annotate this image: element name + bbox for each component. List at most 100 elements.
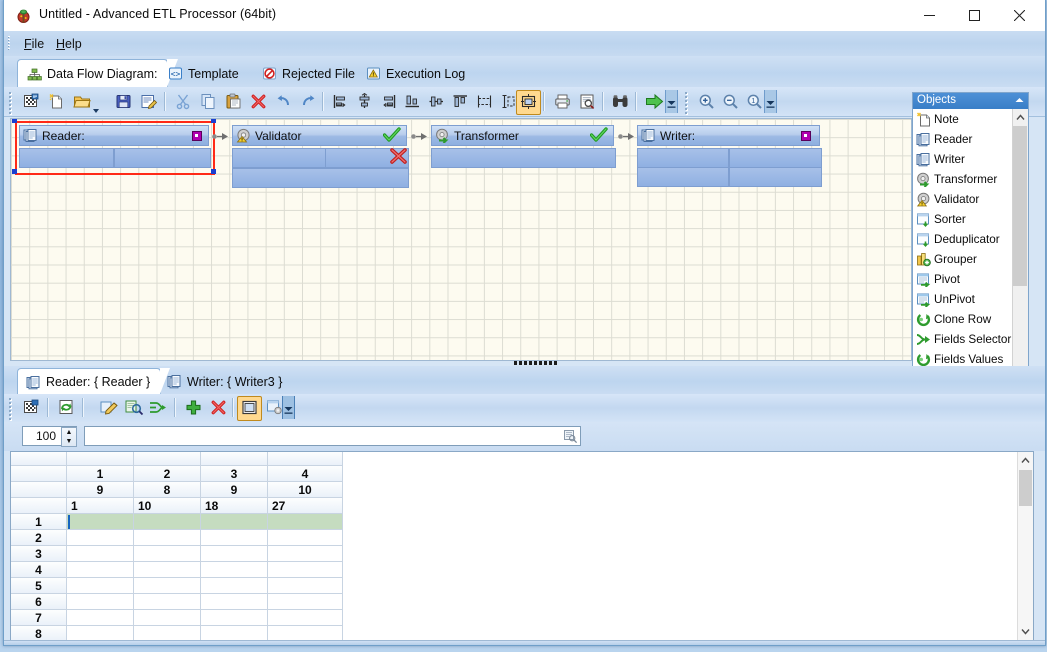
- menubar-grip[interactable]: [8, 36, 12, 51]
- delete-button[interactable]: [246, 90, 271, 115]
- table-row-cell[interactable]: [67, 514, 134, 530]
- table-row-cell[interactable]: [134, 610, 201, 626]
- print-button[interactable]: [550, 90, 575, 115]
- table-row-cell[interactable]: [201, 514, 268, 530]
- grid-header-cell[interactable]: 9: [201, 482, 268, 498]
- new-button[interactable]: [44, 90, 69, 115]
- tab-reader-object[interactable]: Reader: { Reader }: [17, 368, 171, 395]
- copy-button[interactable]: [196, 90, 221, 115]
- object-item-clone-row[interactable]: Clone Row: [913, 309, 1013, 329]
- node-reader[interactable]: Reader:: [12, 119, 216, 175]
- scrollbar-thumb[interactable]: [1019, 470, 1032, 506]
- cut-button[interactable]: [171, 90, 196, 115]
- toolbar-grip[interactable]: [685, 92, 689, 114]
- table-row-cell[interactable]: [67, 562, 134, 578]
- align-center-button[interactable]: [352, 90, 377, 115]
- table-row-cell[interactable]: [268, 514, 343, 530]
- node-slot[interactable]: [232, 148, 326, 168]
- node-validator[interactable]: Validator: [232, 125, 409, 189]
- node-writer[interactable]: Writer:: [637, 125, 822, 189]
- node-transformer-header[interactable]: Transformer: [431, 125, 614, 146]
- table-row-cell[interactable]: [268, 530, 343, 546]
- node-slot[interactable]: [637, 148, 729, 168]
- zoom-in-button[interactable]: [694, 90, 719, 115]
- save-button[interactable]: [111, 90, 136, 115]
- grid-row-number[interactable]: 3: [11, 546, 67, 562]
- spin-up-icon[interactable]: ▲: [62, 428, 76, 437]
- grid-header-cell[interactable]: 10: [134, 498, 201, 514]
- properties-button[interactable]: [19, 90, 44, 115]
- table-row-cell[interactable]: [134, 514, 201, 530]
- grid-row-number[interactable]: 2: [11, 530, 67, 546]
- data-flow-canvas[interactable]: Reader: Validator Transformer Writer:: [10, 118, 912, 361]
- grid-header-cell[interactable]: 27: [268, 498, 343, 514]
- object-item-grouper[interactable]: Grouper: [913, 249, 1013, 269]
- row-limit-stepper[interactable]: ▲ ▼: [61, 427, 77, 447]
- filter-input[interactable]: [84, 426, 581, 446]
- remove-button[interactable]: [206, 396, 231, 421]
- tab-data-flow-diagram[interactable]: Data Flow Diagram:: [17, 59, 179, 88]
- object-item-unpivot[interactable]: UnPivot: [913, 289, 1013, 309]
- grid-view-button[interactable]: [237, 396, 262, 421]
- table-row-cell[interactable]: [268, 578, 343, 594]
- menu-help[interactable]: Help: [50, 35, 88, 53]
- scroll-up-button[interactable]: [1013, 109, 1027, 126]
- table-row-cell[interactable]: [67, 594, 134, 610]
- grid-row-number[interactable]: 7: [11, 610, 67, 626]
- refresh-button[interactable]: [54, 396, 79, 421]
- table-row-cell[interactable]: [201, 610, 268, 626]
- add-button[interactable]: [181, 396, 206, 421]
- table-row-cell[interactable]: [201, 530, 268, 546]
- object-item-transformer[interactable]: Transformer: [913, 169, 1013, 189]
- transform-button[interactable]: [146, 396, 171, 421]
- align-bottom-button[interactable]: [400, 90, 425, 115]
- table-row-cell[interactable]: [134, 594, 201, 610]
- object-item-writer[interactable]: Writer: [913, 149, 1013, 169]
- zoom-out-button[interactable]: [718, 90, 743, 115]
- object-item-reader[interactable]: Reader: [913, 129, 1013, 149]
- objects-panel-header[interactable]: Objects: [913, 93, 1028, 109]
- node-transformer[interactable]: Transformer: [431, 125, 616, 168]
- table-row-cell[interactable]: [201, 546, 268, 562]
- toolbar-grip[interactable]: [9, 398, 13, 420]
- table-row-cell[interactable]: [201, 578, 268, 594]
- print-preview-button[interactable]: [575, 90, 600, 115]
- grid-header-cell[interactable]: 2: [134, 466, 201, 482]
- node-writer-header[interactable]: Writer:: [637, 125, 820, 146]
- menu-file[interactable]: File: [18, 35, 50, 53]
- object-item-fields-selector[interactable]: Fields Selector: [913, 329, 1013, 349]
- node-validator-header[interactable]: Validator: [232, 125, 407, 146]
- resize-handle[interactable]: [211, 119, 216, 123]
- grid-row-number[interactable]: 4: [11, 562, 67, 578]
- tab-writer-object[interactable]: Writer: { Writer3 }: [159, 369, 292, 394]
- align-middle-button[interactable]: [424, 90, 449, 115]
- object-item-pivot[interactable]: Pivot: [913, 269, 1013, 289]
- table-row-cell[interactable]: [134, 530, 201, 546]
- find-button[interactable]: [608, 90, 633, 115]
- tab-execution-log[interactable]: Execution Log: [357, 60, 475, 87]
- table-row-cell[interactable]: [268, 594, 343, 610]
- resize-handle[interactable]: [12, 169, 17, 174]
- fit-selection-button[interactable]: [516, 90, 541, 115]
- table-row-cell[interactable]: [268, 546, 343, 562]
- grid-header-cell[interactable]: 1: [67, 498, 134, 514]
- grid-header-cell[interactable]: 8: [134, 482, 201, 498]
- table-row-cell[interactable]: [67, 546, 134, 562]
- grid-row-number[interactable]: 1: [11, 514, 67, 530]
- tab-template[interactable]: <> Template: [159, 60, 249, 87]
- run-dropdown[interactable]: [663, 89, 679, 115]
- zoom-dropdown[interactable]: [762, 89, 778, 115]
- table-row-cell[interactable]: [201, 594, 268, 610]
- table-row-cell[interactable]: [67, 610, 134, 626]
- grid-scrollbar[interactable]: [1017, 452, 1033, 640]
- close-button[interactable]: [997, 0, 1042, 30]
- grid-header-cell[interactable]: 10: [268, 482, 343, 498]
- node-slot[interactable]: [431, 148, 616, 168]
- open-dropdown[interactable]: [90, 90, 101, 116]
- grid-header-cell[interactable]: 9: [67, 482, 134, 498]
- object-item-sorter[interactable]: Sorter: [913, 209, 1013, 229]
- grid-header-cell[interactable]: 18: [201, 498, 268, 514]
- object-item-deduplicator[interactable]: Deduplicator: [913, 229, 1013, 249]
- maximize-button[interactable]: [952, 0, 997, 30]
- scrollbar-thumb[interactable]: [1013, 126, 1027, 286]
